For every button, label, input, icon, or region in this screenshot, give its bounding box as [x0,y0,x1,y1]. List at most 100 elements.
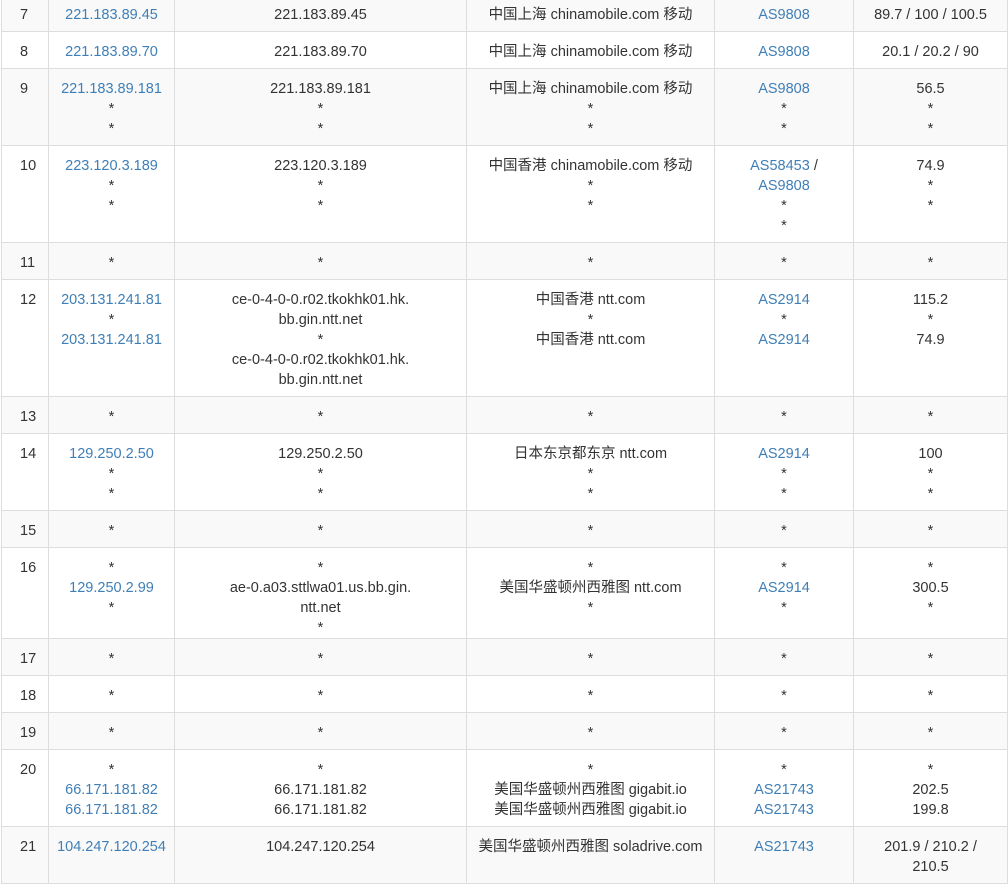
ip-link[interactable]: 203.131.241.81 [53,330,170,350]
location-text: 日本东京都东京 ntt.com [513,446,668,462]
as-number-link[interactable]: AS21743 [754,782,814,798]
as-text: * [781,218,787,234]
hostname-cell: * [174,242,467,280]
hostname-text: ce-0-4-0-0.r02.tkokhk01.hk.bb.gin.ntt.ne… [231,352,410,388]
hop-row: 12 203.131.241.81 * 203.131.241.81 ce-0-4-0-… [1,279,1008,397]
latency-cell: 89.7 / 100 / 100.5 [853,0,1008,32]
location-text: * [587,688,594,704]
location-cell: 中国上海 chinamobile.com 移动 [466,0,715,32]
hostname-text: 221.183.89.45 [274,7,367,23]
ip-cell: 221.183.89.45 [48,0,175,32]
hostname-cell: 221.183.89.45 [174,0,467,32]
as-number-link[interactable]: AS58453 [750,158,810,174]
as-line: AS21743 [719,780,849,800]
latency-cell: 56.5 * * [853,68,1008,146]
latency-value: 202.5 [912,782,949,798]
hostname-text: * [317,620,324,636]
as-text: * [781,101,787,117]
ip-link[interactable]: 221.183.89.45 [53,5,170,25]
ip-link[interactable]: 223.120.3.189 [53,156,170,176]
location-text: 中国上海 chinamobile.com 移动 [488,44,693,60]
hostname-cell: 104.247.120.254 [174,826,467,884]
latency-value: 115.2 [912,292,949,308]
hostname-cell: 221.183.89.181 * * [174,68,467,146]
hop-row: 16 * 129.250.2.99 * * ae-0.a03.sttlwa01.us.bb… [1,547,1008,639]
location-text: 中国香港 ntt.com [535,332,646,348]
location-text: * [587,466,594,482]
ip-link[interactable]: 203.131.241.81 [53,290,170,310]
ip-link[interactable]: 66.171.181.82 [53,800,170,820]
location-cell: * 美国华盛顿州西雅图 gigabit.io 美国华盛顿州西雅图 gigabit.i… [466,749,715,827]
ip-cell: * [48,510,175,548]
ip-cell: 104.247.120.254 [48,826,175,884]
hop-number: 18 [20,688,37,704]
as-line: AS21743 [719,800,849,820]
hop-number: 9 [20,81,29,97]
hostname-text: ce-0-4-0-0.r02.tkokhk01.hk.bb.gin.ntt.ne… [231,292,410,328]
location-cell: * [466,242,715,280]
ip-link[interactable]: 129.250.2.50 [53,444,170,464]
as-number-link[interactable]: AS9808 [758,7,810,23]
as-line: AS9808 [719,42,849,62]
hostname-text: 129.250.2.50 [278,446,363,462]
as-text: * [781,255,787,271]
hop-number: 21 [20,839,37,855]
hop-number-cell: 10 [1,145,49,243]
as-cell: * [714,638,854,676]
hostname-text: 104.247.120.254 [266,839,375,855]
as-text: * [781,486,787,502]
as-number-link[interactable]: AS9808 [758,44,810,60]
as-line: * [719,464,849,484]
latency-cell: 115.2 * 74.9 [853,279,1008,397]
hop-number-cell: 18 [1,675,49,713]
hop-number-cell: 9 [1,68,49,146]
latency-cell: * [853,242,1008,280]
as-cell: * [714,675,854,713]
ip-link[interactable]: 129.250.2.99 [53,578,170,598]
hostname-text: * [317,101,324,117]
hop-row: 18 * * * * * [1,675,1008,713]
as-line: AS21743 [719,837,849,857]
as-text: * [781,312,787,328]
latency-value: * [927,600,934,616]
latency-value: 74.9 [916,158,945,174]
as-line: AS9808 [719,5,849,25]
latency-cell: * [853,675,1008,713]
as-line: * [719,310,849,330]
location-text: 中国上海 chinamobile.com 移动 [488,81,693,97]
hostname-text: 223.120.3.189 [274,158,367,174]
hop-number: 17 [20,651,37,667]
as-number-link[interactable]: AS2914 [758,332,810,348]
as-number-link[interactable]: AS9808 [758,81,810,97]
ip-link[interactable]: 221.183.89.181 [53,79,170,99]
hop-number-cell: 13 [1,396,49,434]
ip-placeholder: * [108,409,115,425]
as-line: * [719,196,849,216]
as-line: * [719,558,849,578]
as-number-link[interactable]: AS2914 [758,292,810,308]
as-number-link[interactable]: AS21743 [754,839,814,855]
hostname-cell: 129.250.2.50 * * [174,433,467,511]
hop-row: 11 * * * * * [1,242,1008,280]
as-line: * [719,521,849,541]
ip-placeholder: * [108,560,115,576]
ip-cell: * [48,675,175,713]
as-line: * [719,253,849,273]
hostname-text: ae-0.a03.sttlwa01.us.bb.gin.ntt.net [229,580,412,616]
location-cell: 美国华盛顿州西雅图 soladrive.com [466,826,715,884]
as-number-link[interactable]: AS2914 [758,580,810,596]
latency-value: 210.5 [912,859,949,875]
as-number-link[interactable]: AS9808 [758,178,810,194]
as-number-link[interactable]: AS2914 [758,446,810,462]
as-line: AS9808 [719,79,849,99]
ip-link[interactable]: 104.247.120.254 [53,837,170,857]
hop-number: 7 [20,7,29,23]
hop-row: 7 221.183.89.45 221.183.89.45 中国上海 chinamob… [1,0,1008,32]
as-cell: * [714,712,854,750]
ip-link[interactable]: 66.171.181.82 [53,780,170,800]
hostname-cell: * [174,510,467,548]
as-number-link[interactable]: AS21743 [754,802,814,818]
ip-link[interactable]: 221.183.89.70 [53,42,170,62]
hostname-text: * [317,255,324,271]
ip-placeholder: * [108,312,115,328]
